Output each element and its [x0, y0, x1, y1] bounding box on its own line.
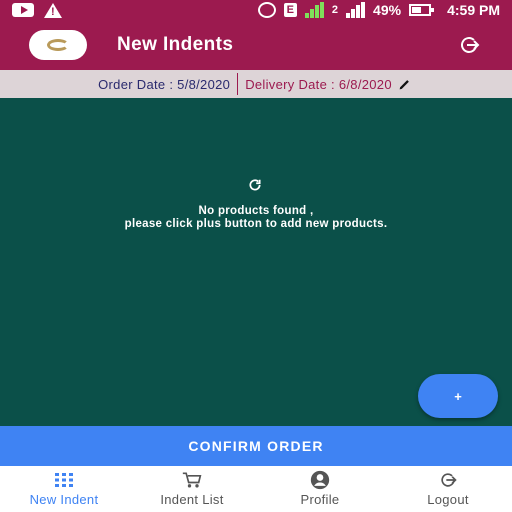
date-strip: Order Date : 5/8/2020 Delivery Date : 6/… [0, 70, 512, 98]
profile-icon [310, 470, 330, 490]
status-bar: E 2 49% 4:59 PM [0, 0, 512, 20]
nav-item-indent-list[interactable]: Indent List [128, 466, 256, 512]
nav-item-profile[interactable]: Profile [256, 466, 384, 512]
logout-icon [461, 37, 480, 53]
nav-item-new-indent[interactable]: New Indent [0, 466, 128, 512]
bottom-nav: New Indent Indent List Profile Logout [0, 466, 512, 512]
battery-percent: 49% [373, 2, 402, 18]
app-logo [29, 30, 87, 60]
logo-mark-icon [47, 39, 69, 51]
delivery-date[interactable]: Delivery Date : 6/8/2020 [238, 77, 398, 92]
youtube-icon [12, 3, 34, 17]
confirm-order-button[interactable]: CONFIRM ORDER [0, 426, 512, 466]
grid-icon [54, 471, 74, 489]
warning-icon [44, 2, 62, 18]
alarm-icon [257, 2, 276, 18]
add-product-button[interactable]: + [418, 374, 498, 418]
sim-slot-label: 2 [331, 4, 339, 16]
logout-button[interactable] [456, 32, 482, 58]
page-title: New Indents [117, 34, 234, 55]
empty-state-line-2: please click plus button to add new prod… [124, 218, 388, 230]
order-date: Order Date : 5/8/2020 [98, 76, 231, 92]
nav-item-logout[interactable]: Logout [384, 466, 512, 512]
nav-label: Indent List [160, 492, 224, 507]
refresh-icon [249, 179, 261, 191]
app-bar: New Indents [0, 20, 512, 70]
logout-icon [438, 471, 458, 489]
nav-label: Profile [300, 492, 340, 507]
nav-label: New Indent [29, 492, 99, 507]
battery-icon [409, 4, 435, 16]
signal-icon-2 [346, 2, 366, 18]
pencil-icon[interactable] [398, 76, 414, 92]
empty-state-line-1: No products found , [198, 205, 314, 217]
status-time: 4:59 PM [447, 2, 500, 18]
cart-icon [182, 471, 202, 489]
nav-label: Logout [427, 492, 469, 507]
signal-icon [304, 2, 324, 18]
network-type-badge: E [283, 3, 297, 17]
empty-state-message: No products found , please click plus bu… [0, 205, 512, 231]
